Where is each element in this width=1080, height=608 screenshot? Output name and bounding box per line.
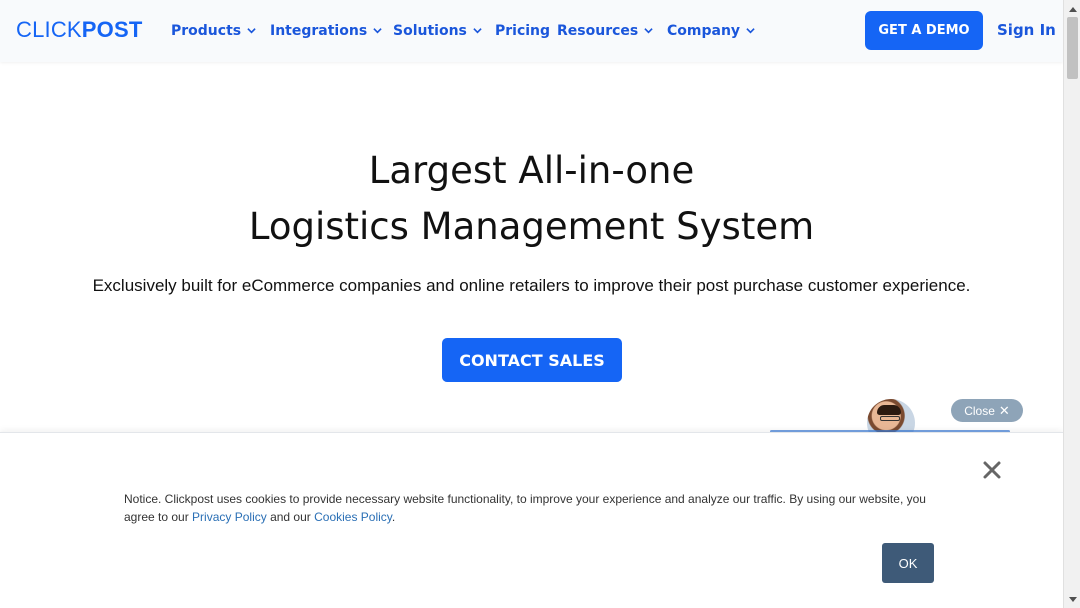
nav-item-label: Integrations [270, 23, 368, 39]
hero-title-line1: Largest All-in-one [368, 149, 695, 192]
nav-item-label: Resources [557, 23, 639, 39]
chevron-down-icon [247, 27, 256, 33]
logo-light-text: CLICK [16, 17, 82, 42]
chevron-down-icon [373, 27, 382, 33]
nav-item-label: Company [667, 23, 741, 39]
cookies-policy-link[interactable]: Cookies Policy [314, 510, 392, 524]
cookie-text-after: . [391, 510, 396, 524]
privacy-policy-link[interactable]: Privacy Policy [192, 510, 267, 524]
chat-close-label: Close [964, 403, 995, 418]
get-demo-button[interactable]: GET A DEMO [865, 11, 983, 50]
nav-item-company[interactable]: Company [667, 20, 755, 42]
sign-in-link[interactable]: Sign In [997, 21, 1056, 39]
scroll-up-button[interactable] [1064, 0, 1080, 17]
avatar-glasses [880, 416, 900, 421]
nav-item-resources[interactable]: Resources [557, 20, 653, 42]
cookie-text-middle: and our [266, 510, 315, 524]
hero-subtitle: Exclusively built for eCommerce companie… [92, 276, 971, 295]
cookie-ok-button[interactable]: OK [882, 543, 934, 583]
close-icon[interactable] [981, 459, 1003, 481]
vertical-scrollbar[interactable] [1063, 0, 1080, 608]
nav-item-solutions[interactable]: Solutions [393, 20, 482, 42]
chevron-down-icon [473, 27, 482, 33]
nav-item-label: Pricing [495, 23, 551, 39]
nav-item-label: Products [171, 23, 242, 39]
cookie-banner: Notice. Clickpost uses cookies to provid… [0, 432, 1063, 608]
scroll-thumb[interactable] [1067, 17, 1078, 79]
chat-close-button[interactable]: Close ✕ [951, 399, 1023, 422]
triangle-down-icon [1068, 596, 1077, 602]
clickpost-logo[interactable]: CLICKPOST [16, 17, 143, 43]
avatar-hair [877, 405, 901, 415]
nav-item-label: Solutions [393, 23, 467, 39]
nav-item-integrations[interactable]: Integrations [270, 20, 382, 42]
logo-bold-text: POST [81, 17, 143, 42]
contact-sales-button[interactable]: CONTACT SALES [442, 338, 622, 382]
scroll-down-button[interactable] [1064, 591, 1080, 608]
nav-item-products[interactable]: Products [171, 20, 256, 42]
hero-title-line2: Logistics Management System [248, 205, 815, 248]
top-navbar: CLICKPOST Products Integrations Solution… [0, 0, 1063, 62]
chevron-down-icon [644, 27, 653, 33]
chevron-down-icon [746, 27, 755, 33]
close-icon: ✕ [998, 402, 1010, 418]
page: CLICKPOST Products Integrations Solution… [0, 0, 1063, 608]
nav-item-pricing[interactable]: Pricing [495, 20, 550, 42]
triangle-up-icon [1068, 6, 1077, 12]
cookie-notice-text: Notice. Clickpost uses cookies to provid… [124, 490, 944, 526]
